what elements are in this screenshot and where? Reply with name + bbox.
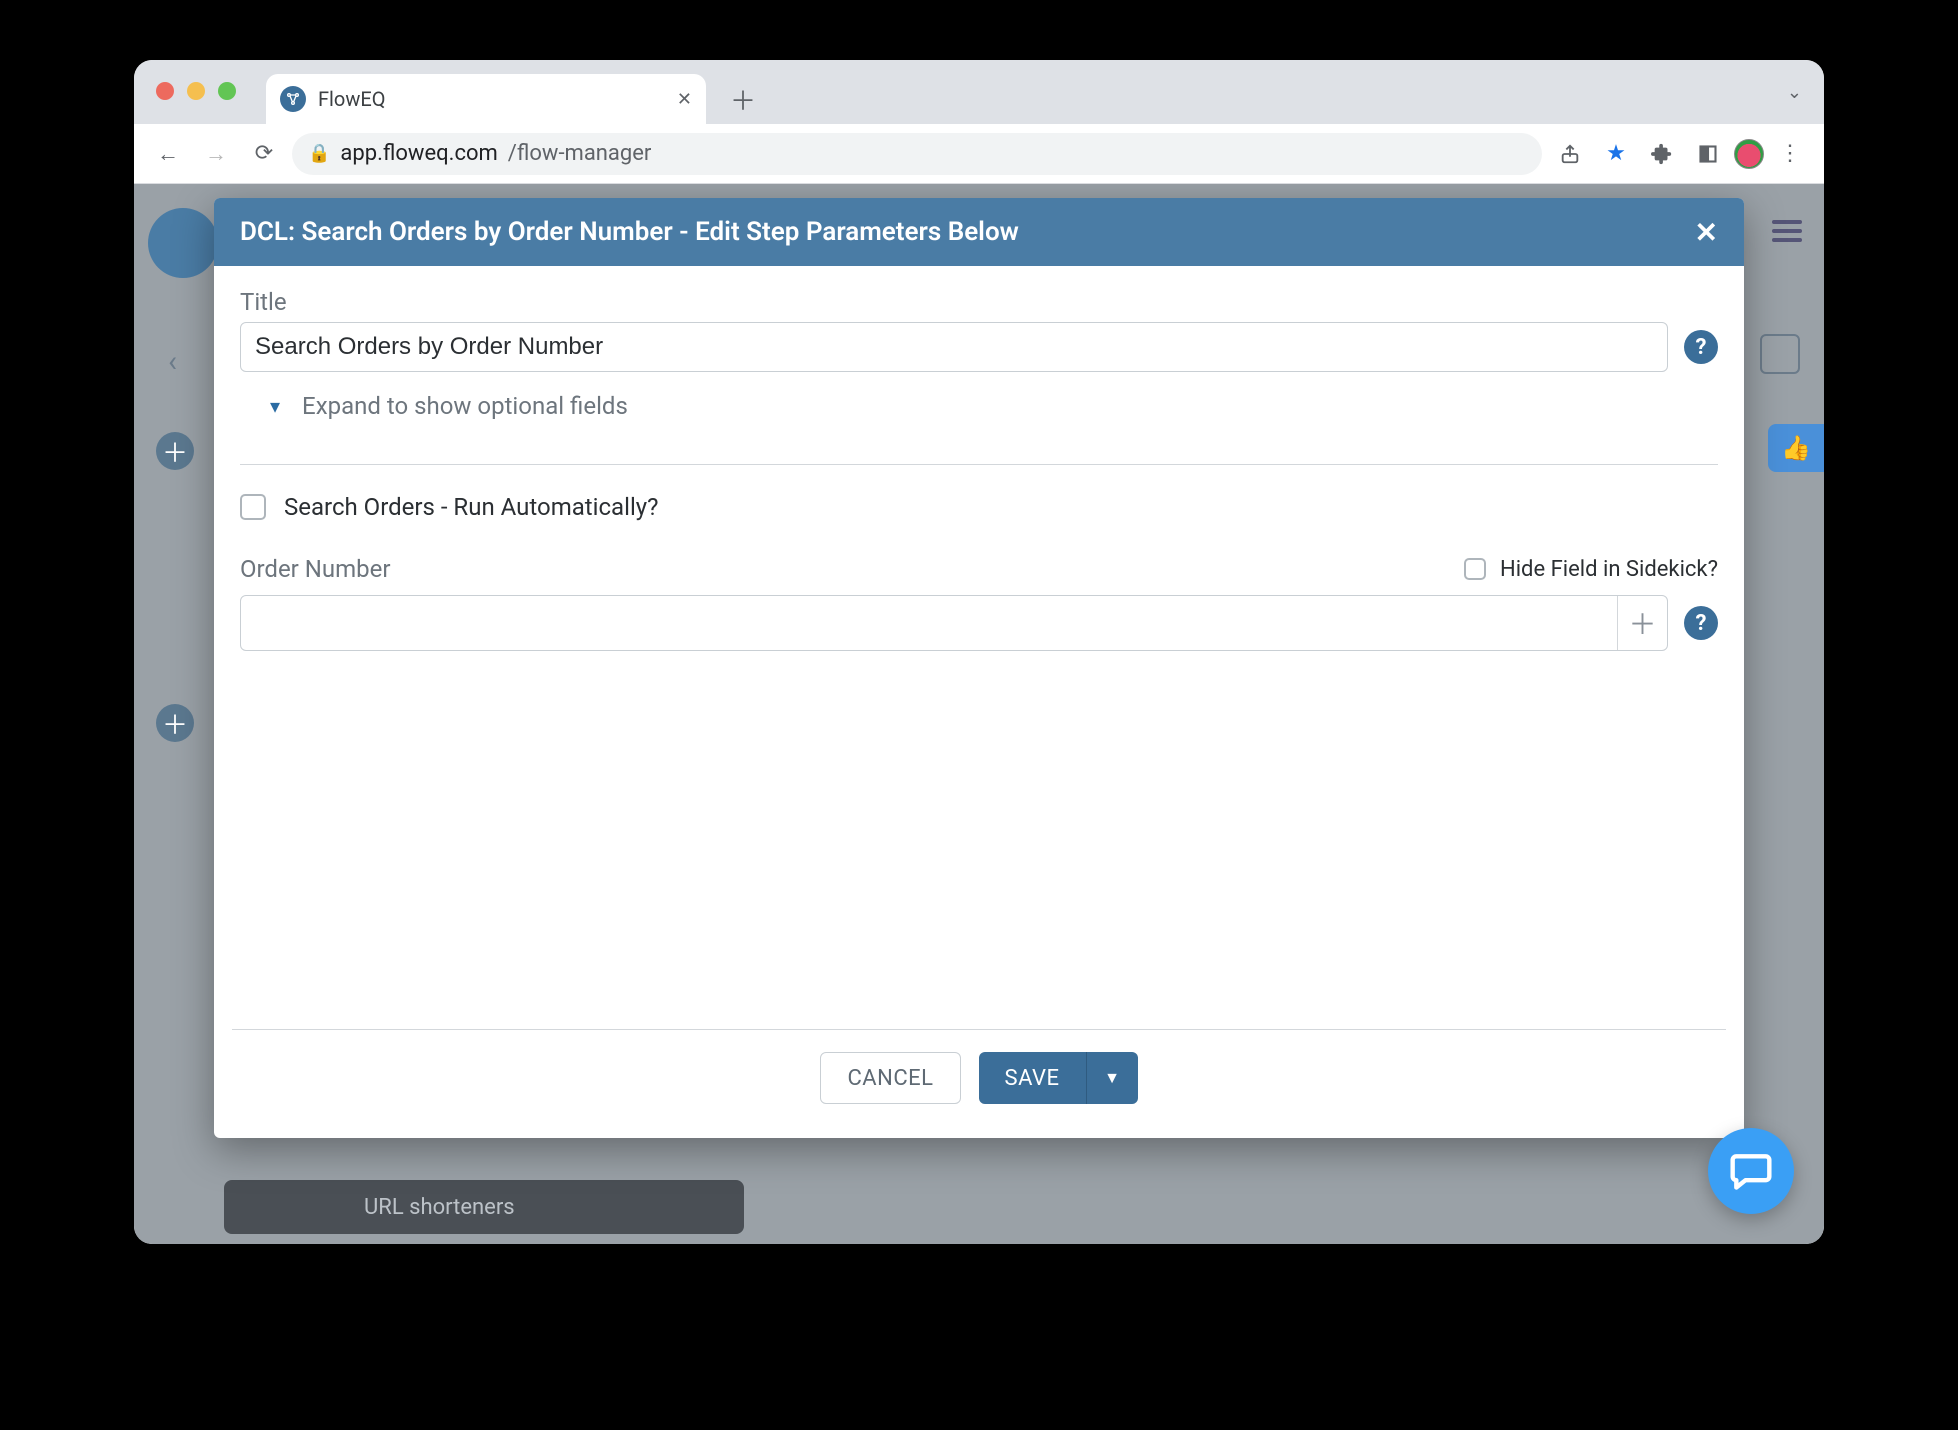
panel-icon[interactable] bbox=[1688, 134, 1728, 174]
chat-launcher-button[interactable] bbox=[1708, 1128, 1794, 1214]
modal-close-button[interactable]: ✕ bbox=[1695, 216, 1718, 249]
modal-title: DCL: Search Orders by Order Number - Edi… bbox=[240, 217, 1019, 247]
order-number-input-wrapper: ＋ bbox=[240, 595, 1668, 651]
order-number-help-icon[interactable]: ? bbox=[1684, 606, 1718, 640]
lock-icon: 🔒 bbox=[308, 143, 330, 164]
bg-feedback-tab: 👍 bbox=[1768, 424, 1824, 472]
save-button[interactable]: SAVE bbox=[979, 1052, 1086, 1104]
bookmark-star-icon[interactable]: ★ bbox=[1596, 134, 1636, 174]
tab-strip: FlowEQ ✕ ＋ ⌄ bbox=[134, 60, 1824, 124]
modal-footer: CANCEL SAVE ▼ bbox=[232, 1029, 1726, 1138]
hide-field-label: Hide Field in Sidekick? bbox=[1500, 557, 1718, 582]
window-zoom-button[interactable] bbox=[218, 82, 236, 100]
bg-list-icon bbox=[1760, 334, 1800, 374]
window-close-button[interactable] bbox=[156, 82, 174, 100]
order-number-add-button[interactable]: ＋ bbox=[1617, 596, 1667, 650]
tab-close-button[interactable]: ✕ bbox=[677, 89, 692, 110]
toolbar-right: ★ ⋮ bbox=[1550, 134, 1810, 174]
browser-tab[interactable]: FlowEQ ✕ bbox=[266, 74, 706, 124]
app-logo bbox=[148, 208, 218, 278]
section-divider bbox=[240, 464, 1718, 465]
nav-reload-button[interactable]: ⟳ bbox=[244, 134, 284, 174]
browser-toolbar: ← → ⟳ 🔒 app.floweq.com/flow-manager ★ ⋮ bbox=[134, 124, 1824, 184]
share-icon[interactable] bbox=[1550, 134, 1590, 174]
modal-body: Title ? ▾ Expand to show optional fields… bbox=[214, 266, 1744, 1029]
title-help-icon[interactable]: ? bbox=[1684, 330, 1718, 364]
run-automatically-checkbox[interactable] bbox=[240, 494, 266, 520]
save-dropdown-button[interactable]: ▼ bbox=[1086, 1052, 1138, 1104]
new-tab-button[interactable]: ＋ bbox=[724, 80, 762, 118]
bg-hamburger-icon bbox=[1772, 220, 1802, 242]
window-minimize-button[interactable] bbox=[187, 82, 205, 100]
title-input[interactable] bbox=[240, 322, 1668, 372]
url-domain: app.floweq.com bbox=[340, 141, 497, 166]
extensions-icon[interactable] bbox=[1642, 134, 1682, 174]
nav-forward-button[interactable]: → bbox=[196, 134, 236, 174]
run-automatically-row: Search Orders - Run Automatically? bbox=[240, 493, 1718, 521]
title-field-label: Title bbox=[240, 288, 1718, 316]
cancel-button[interactable]: CANCEL bbox=[820, 1052, 960, 1104]
bg-add-step-button-2: ＋ bbox=[156, 704, 194, 742]
url-path: /flow-manager bbox=[508, 141, 652, 166]
browser-menu-button[interactable]: ⋮ bbox=[1770, 134, 1810, 174]
hide-field-checkbox[interactable] bbox=[1464, 558, 1486, 580]
app-viewport: ‹ ＋ ＋ 👍 URL shorteners DCL: Search Order… bbox=[134, 184, 1824, 1244]
nav-back-button[interactable]: ← bbox=[148, 134, 188, 174]
order-number-input[interactable] bbox=[241, 596, 1617, 650]
save-button-group: SAVE ▼ bbox=[979, 1052, 1138, 1104]
run-automatically-label: Search Orders - Run Automatically? bbox=[284, 493, 658, 521]
tab-title: FlowEQ bbox=[318, 87, 665, 111]
expand-optional-fields-toggle[interactable]: ▾ Expand to show optional fields bbox=[240, 392, 1718, 420]
expand-optional-label: Expand to show optional fields bbox=[302, 392, 628, 420]
bg-url-shorteners-card: URL shorteners bbox=[224, 1180, 744, 1234]
modal-header: DCL: Search Orders by Order Number - Edi… bbox=[214, 198, 1744, 266]
profile-avatar[interactable] bbox=[1734, 139, 1764, 169]
chevron-down-icon: ▾ bbox=[270, 394, 280, 418]
tabs-dropdown-button[interactable]: ⌄ bbox=[1787, 82, 1802, 103]
bg-add-step-button: ＋ bbox=[156, 432, 194, 470]
address-bar[interactable]: 🔒 app.floweq.com/flow-manager bbox=[292, 133, 1542, 175]
tab-favicon bbox=[280, 86, 306, 112]
browser-window: FlowEQ ✕ ＋ ⌄ ← → ⟳ 🔒 app.floweq.com/flow… bbox=[134, 60, 1824, 1244]
order-number-label: Order Number bbox=[240, 555, 391, 583]
edit-step-modal: DCL: Search Orders by Order Number - Edi… bbox=[214, 198, 1744, 1138]
bg-back-chevron-icon: ‹ bbox=[168, 344, 177, 379]
window-controls bbox=[156, 82, 236, 100]
